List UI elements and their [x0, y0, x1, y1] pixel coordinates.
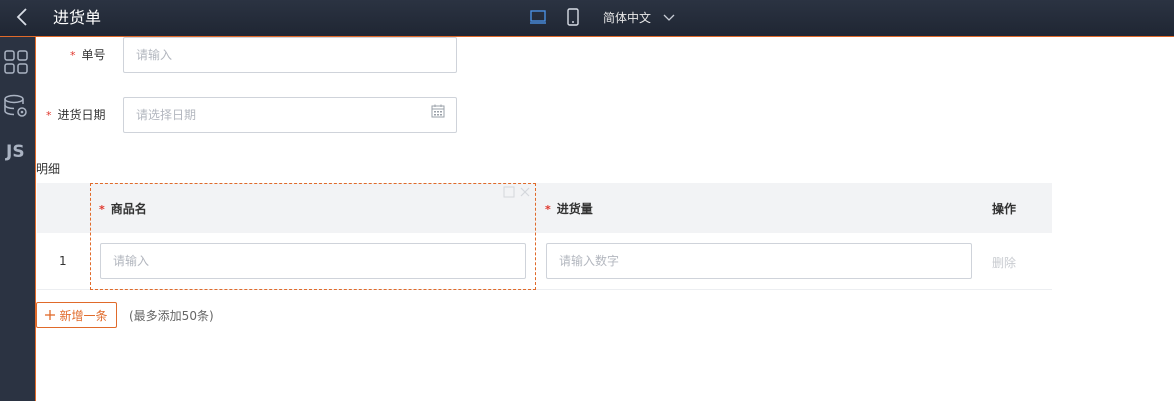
- quantity-input[interactable]: [546, 243, 972, 279]
- date-input[interactable]: [123, 97, 457, 133]
- order-no-label: * 单号: [70, 48, 106, 62]
- add-row-button[interactable]: 新增一条: [36, 302, 117, 328]
- detail-title: 明细: [36, 162, 61, 176]
- top-bar: 进货单 简体中文: [0, 0, 1174, 37]
- required-mark: *: [70, 49, 76, 62]
- required-mark: *: [545, 203, 551, 216]
- sidebar: JS: [0, 37, 36, 401]
- row-index: 1: [59, 254, 67, 268]
- selection-toolbar-icon[interactable]: [503, 186, 533, 198]
- chevron-down-icon: [663, 14, 675, 21]
- mobile-icon[interactable]: [566, 8, 580, 26]
- database-settings-icon[interactable]: [3, 94, 29, 120]
- column-header-action: 操作: [992, 202, 1017, 216]
- language-label: 简体中文: [603, 11, 652, 25]
- grid-icon[interactable]: [3, 49, 29, 75]
- required-mark: *: [99, 203, 105, 216]
- table-header: * 商品名 * 进货量 操作: [37, 183, 1052, 233]
- plus-icon: [45, 310, 56, 320]
- back-icon[interactable]: [14, 7, 30, 27]
- product-name-input[interactable]: [100, 243, 526, 279]
- desktop-icon[interactable]: [529, 9, 547, 25]
- date-label: * 进货日期: [46, 108, 106, 122]
- order-no-input[interactable]: [123, 37, 457, 73]
- page-title: 进货单: [53, 8, 102, 27]
- row-divider: [37, 289, 1052, 290]
- add-row-label: 新增一条: [59, 308, 108, 323]
- add-limit-hint: (最多添加50条): [129, 309, 214, 323]
- required-mark: *: [46, 109, 52, 122]
- calendar-icon[interactable]: [431, 104, 445, 118]
- js-icon[interactable]: JS: [6, 142, 25, 162]
- column-header-name: * 商品名: [99, 202, 147, 216]
- language-select[interactable]: 简体中文: [603, 9, 675, 27]
- column-header-qty: * 进货量: [545, 202, 593, 216]
- delete-row-button[interactable]: 删除: [992, 254, 1016, 271]
